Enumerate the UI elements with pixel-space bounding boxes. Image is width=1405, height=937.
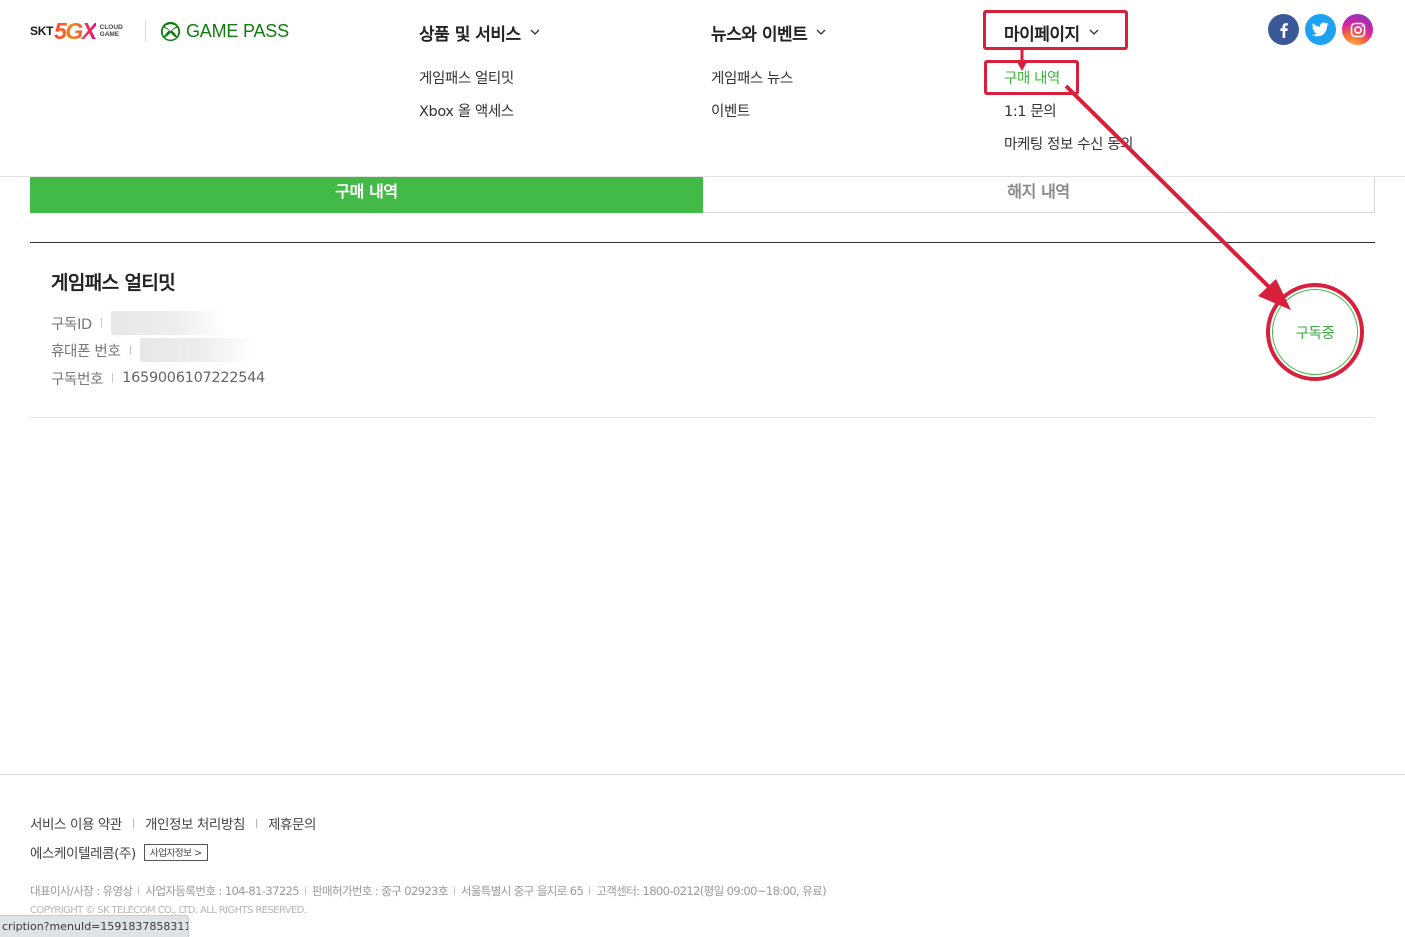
footer-link-separator	[132, 818, 134, 828]
instagram-camera-glyph	[1350, 22, 1365, 37]
game-pass-logo-text: GAME PASS	[186, 20, 289, 41]
site-header: SKT 5GX CLOUD GAME GAME PASS 상품 및 서비스 게임…	[0, 0, 1405, 177]
twitter-icon[interactable]	[1305, 14, 1336, 45]
business-info-button[interactable]: 사업자정보 >	[143, 843, 208, 861]
privacy-policy-link[interactable]: 개인정보 처리방침	[145, 813, 245, 833]
menu-item-marketing-consent[interactable]: 마케팅 정보 수신 동의	[1004, 133, 1133, 154]
tab-cancellation-history[interactable]: 해지 내역	[703, 177, 1375, 213]
company-name: 에스케이텔레콤(주)	[30, 846, 136, 862]
footer-divider	[0, 774, 1405, 775]
instagram-icon[interactable]	[1342, 14, 1373, 45]
tab-purchase-history[interactable]: 구매 내역	[30, 177, 703, 213]
nav-news-events[interactable]: 뉴스와 이벤트	[711, 19, 826, 45]
list-top-divider	[30, 242, 1375, 243]
subscription-number-value: 1659006107222544	[122, 370, 265, 386]
menu-item-events[interactable]: 이벤트	[711, 100, 750, 121]
chevron-down-icon	[816, 29, 826, 35]
footer-links: 서비스 이용 약관 개인정보 처리방침 제휴문의	[30, 813, 316, 833]
subscription-number-row: 구독번호 1659006107222544	[51, 366, 265, 390]
cloud-label: CLOUD	[99, 24, 123, 31]
facebook-glyph	[1279, 22, 1288, 38]
footer-link-separator	[256, 818, 257, 828]
nav-mypage-label: 마이페이지	[1004, 24, 1080, 45]
status-bar-url-preview: cription?menuId=1591837858311	[0, 915, 189, 937]
skt-5gx-cloud-game-logo[interactable]: SKT 5GX CLOUD GAME	[30, 17, 123, 44]
menu-item-xbox-all-access[interactable]: Xbox 올 액세스	[419, 100, 514, 121]
company-row: 에스케이텔레콤(주) 사업자정보 >	[30, 843, 208, 862]
footer-info-separator	[453, 887, 455, 895]
subscription-id-blurred-value	[110, 311, 226, 335]
phone-number-label: 휴대폰 번호	[51, 343, 121, 360]
skt-logo-text: SKT	[30, 24, 54, 38]
chevron-down-icon	[1089, 29, 1099, 35]
twitter-bird-glyph	[1312, 22, 1329, 37]
menu-item-gamepass-ultimate[interactable]: 게임패스 얼티밋	[419, 67, 514, 88]
subscription-id-row: 구독ID	[51, 311, 226, 335]
menu-item-purchase-history[interactable]: 구매 내역	[1004, 67, 1060, 88]
company-address: 서울특별시 중구 을지로 65	[460, 884, 584, 898]
logo-divider	[145, 20, 146, 42]
game-label: GAME	[99, 31, 120, 38]
cloud-game-logo-text: CLOUD GAME	[100, 24, 123, 38]
footer-info-separator	[305, 887, 306, 895]
nav-news-events-label: 뉴스와 이벤트	[711, 24, 808, 45]
menu-item-gamepass-news[interactable]: 게임패스 뉴스	[711, 67, 793, 88]
customer-center-info: 고객센터: 1800-0212(평일 09:00~18:00, 유료)	[596, 884, 826, 898]
chevron-down-icon	[530, 29, 540, 35]
field-separator	[112, 373, 114, 383]
menu-item-inquiry[interactable]: 1:1 문의	[1004, 100, 1057, 121]
terms-of-service-link[interactable]: 서비스 이용 약관	[30, 813, 122, 833]
subscription-number-label: 구독번호	[51, 371, 104, 388]
list-bottom-divider	[30, 417, 1375, 418]
partnership-inquiry-link[interactable]: 제휴문의	[268, 813, 316, 833]
footer-company-info: 대표이사/사장 : 유영상 사업자등록번호 : 104-81-37225 판매허…	[30, 883, 827, 899]
field-separator	[100, 318, 102, 328]
nav-products-services[interactable]: 상품 및 서비스	[419, 19, 540, 45]
nav-mypage[interactable]: 마이페이지	[1004, 19, 1099, 45]
field-separator	[129, 345, 131, 355]
product-title: 게임패스 얼티밋	[51, 272, 176, 294]
facebook-icon[interactable]	[1268, 14, 1299, 45]
ceo-info: 대표이사/사장 : 유영상	[30, 884, 133, 898]
footer-info-separator	[138, 887, 140, 895]
sales-permit-number: 판매허가번호 : 중구 02923호	[312, 884, 448, 898]
phone-number-blurred-value	[139, 338, 254, 362]
subscription-status-button[interactable]: 구독중	[1272, 289, 1358, 375]
subscription-id-label: 구독ID	[51, 316, 92, 333]
5gx-logo-text: 5GX	[54, 17, 97, 44]
business-registration-number: 사업자등록번호 : 104-81-37225	[145, 884, 299, 898]
phone-number-row: 휴대폰 번호	[51, 338, 254, 362]
game-pass-logo[interactable]: GAME PASS	[160, 19, 289, 43]
nav-products-services-label: 상품 및 서비스	[419, 24, 521, 45]
footer-info-separator	[589, 887, 591, 895]
xbox-icon	[160, 21, 181, 41]
